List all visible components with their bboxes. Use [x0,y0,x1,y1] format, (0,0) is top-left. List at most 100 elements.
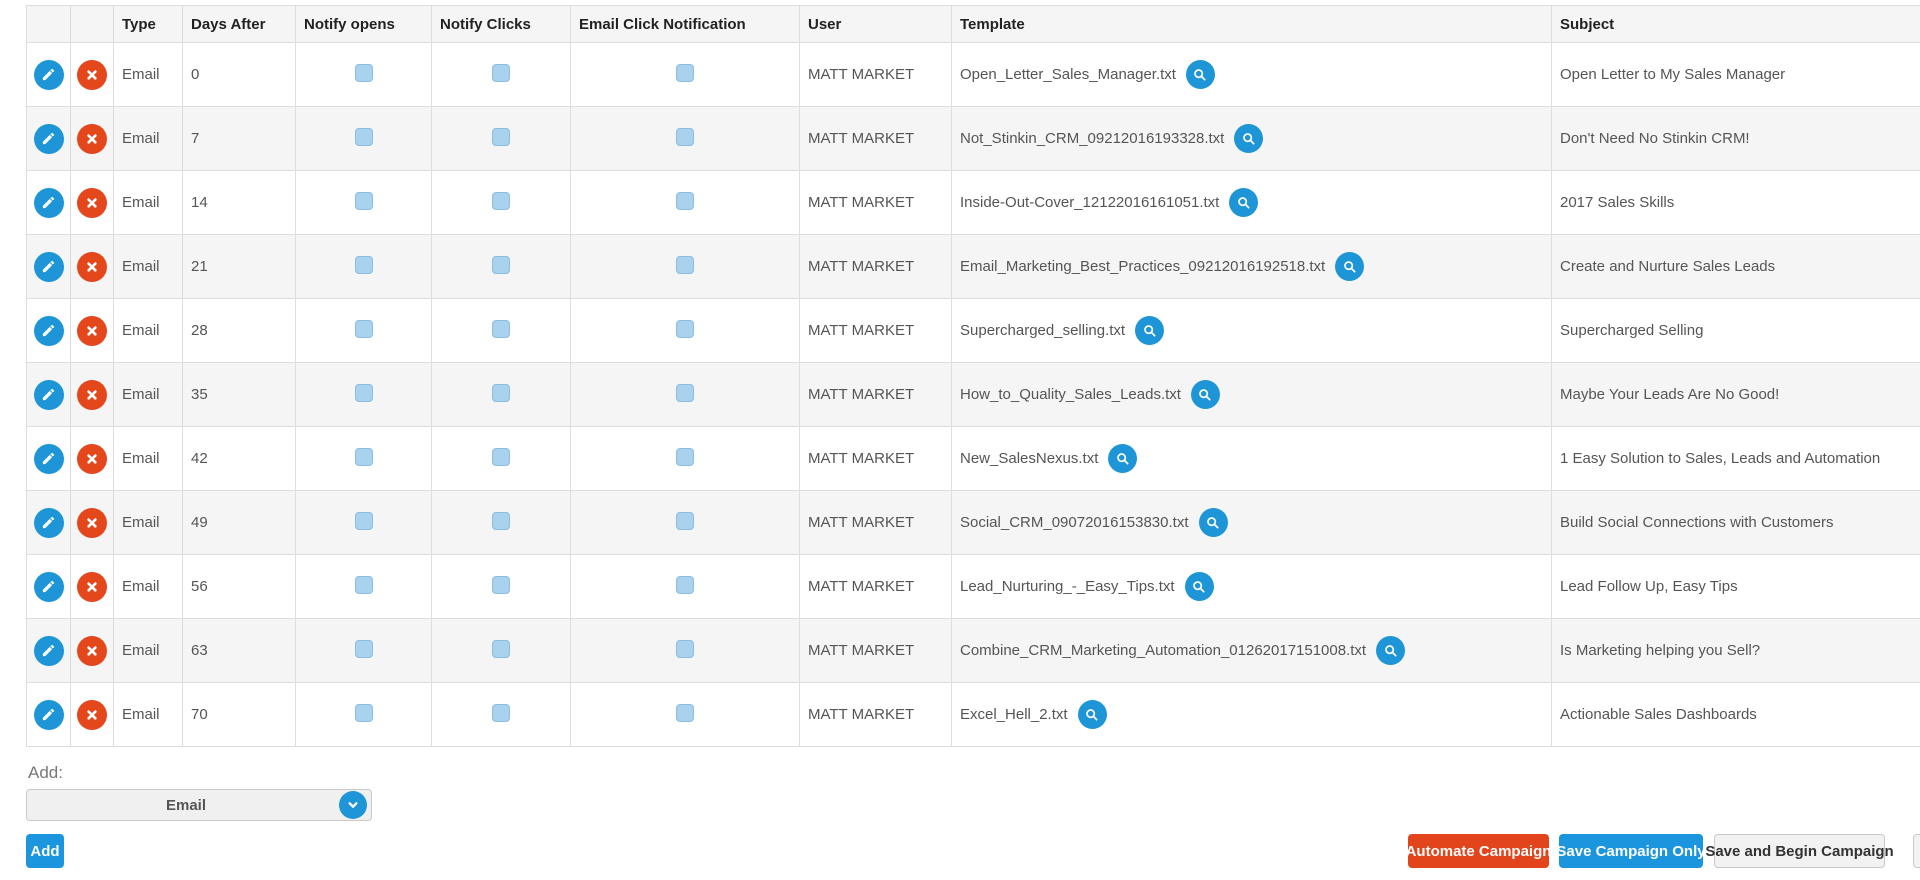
preview-template-button[interactable] [1190,380,1220,409]
template-name: Inside-Out-Cover_12122016161051.txt [960,194,1220,211]
edit-step-button[interactable] [33,699,64,730]
delete-step-button[interactable] [77,59,107,90]
table-row: Email 21 MATT MARKET Email_Marketing_Bes… [26,234,1920,299]
delete-step-button[interactable] [77,379,107,410]
preview-template-button[interactable] [1198,508,1228,537]
preview-template-button[interactable] [1108,444,1138,473]
x-icon [87,325,97,336]
type-cell: Email [113,106,183,171]
days-after-cell: 0 [182,42,296,107]
notify-opens-checkbox[interactable] [354,63,373,82]
email-click-notification-checkbox[interactable] [676,575,694,594]
x-icon [87,645,97,656]
preview-template-button[interactable] [1376,636,1406,665]
notify-clicks-checkbox[interactable] [492,575,510,594]
delete-step-button[interactable] [77,571,107,602]
type-cell: Email [113,298,183,363]
select-chevron-button[interactable] [339,791,367,819]
edit-step-button[interactable] [33,59,64,90]
notify-clicks-checkbox[interactable] [492,703,510,722]
edit-step-button[interactable] [33,635,64,666]
edit-step-button[interactable] [33,443,64,474]
notify-opens-checkbox[interactable] [354,383,373,402]
type-cell: Email [113,554,183,619]
preview-template-button[interactable] [1135,316,1165,345]
delete-step-button[interactable] [77,443,107,474]
email-click-notification-checkbox[interactable] [676,703,694,722]
notify-clicks-checkbox[interactable] [492,383,510,402]
edit-step-button[interactable] [33,379,64,410]
email-click-notification-checkbox[interactable] [676,447,694,466]
template-name: Email_Marketing_Best_Practices_092120161… [960,258,1326,275]
edit-step-button[interactable] [33,123,64,154]
table-row: Email 7 MATT MARKET Not_Stinkin_CRM_0921… [26,106,1920,171]
table-row: Email 35 MATT MARKET How_to_Quality_Sale… [26,362,1920,427]
automate-campaign-button[interactable]: Automate Campaign [1406,834,1551,868]
pencil-icon [42,708,55,721]
delete-step-button[interactable] [77,699,107,730]
preview-template-button[interactable] [1335,252,1365,281]
notify-opens-checkbox[interactable] [354,575,373,594]
notify-clicks-checkbox[interactable] [492,255,510,274]
notify-clicks-checkbox[interactable] [492,639,510,658]
email-click-notification-checkbox[interactable] [676,191,694,210]
days-after-cell: 21 [182,234,296,299]
notify-clicks-checkbox[interactable] [492,447,510,466]
notify-opens-checkbox[interactable] [354,191,373,210]
delete-step-button[interactable] [77,251,107,282]
notify-clicks-checkbox[interactable] [492,63,510,82]
notify-opens-checkbox[interactable] [354,447,373,466]
delete-step-button[interactable] [77,123,107,154]
notify-opens-checkbox[interactable] [354,127,373,146]
edit-step-button[interactable] [33,507,64,538]
email-click-notification-checkbox[interactable] [676,255,694,274]
notify-opens-checkbox[interactable] [354,255,373,274]
preview-template-button[interactable] [1185,60,1215,89]
days-after-cell: 28 [182,298,296,363]
template-name: Open_Letter_Sales_Manager.txt [960,66,1176,83]
edit-step-button[interactable] [33,251,64,282]
preview-template-button[interactable] [1184,572,1214,601]
email-click-notification-checkbox[interactable] [676,319,694,338]
delete-step-button[interactable] [77,507,107,538]
days-after-cell: 63 [182,618,296,683]
notify-clicks-checkbox[interactable] [492,191,510,210]
edit-step-button[interactable] [33,571,64,602]
notify-clicks-checkbox[interactable] [492,511,510,530]
type-cell: Email [113,426,183,491]
pencil-icon [42,68,55,81]
pencil-icon [42,452,55,465]
pencil-icon [42,196,55,209]
edit-step-button[interactable] [33,187,64,218]
add-type-select[interactable]: Email [26,789,372,821]
table-row: Email 70 MATT MARKET Excel_Hell_2.txt Ac… [26,682,1920,747]
preview-template-button[interactable] [1229,188,1259,217]
delete-step-button[interactable] [77,315,107,346]
days-after-cell: 7 [182,106,296,171]
email-click-notification-checkbox[interactable] [676,383,694,402]
notify-opens-checkbox[interactable] [354,511,373,530]
type-column-header: Type [113,5,183,43]
preview-template-button[interactable] [1234,124,1264,153]
notify-clicks-checkbox[interactable] [492,319,510,338]
user-cell: MATT MARKET [799,170,952,235]
cutoff-button[interactable] [1913,834,1920,868]
notify-opens-checkbox[interactable] [354,639,373,658]
email-click-notification-checkbox[interactable] [676,63,694,82]
email-click-notification-checkbox[interactable] [676,639,694,658]
save-and-begin-campaign-button[interactable]: Save and Begin Campaign [1705,834,1894,868]
email-click-notification-checkbox[interactable] [676,127,694,146]
add-button[interactable]: Add [26,834,64,868]
email-click-notification-checkbox[interactable] [676,511,694,530]
notify-clicks-checkbox[interactable] [492,127,510,146]
preview-template-button[interactable] [1077,700,1107,729]
user-cell: MATT MARKET [799,490,952,555]
magnifier-icon [1117,452,1129,465]
notify-opens-checkbox[interactable] [354,319,373,338]
delete-step-button[interactable] [77,635,107,666]
edit-step-button[interactable] [33,315,64,346]
user-cell: MATT MARKET [799,106,952,171]
save-campaign-only-button[interactable]: Save Campaign Only [1556,834,1706,868]
delete-step-button[interactable] [77,187,107,218]
notify-opens-checkbox[interactable] [354,703,373,722]
